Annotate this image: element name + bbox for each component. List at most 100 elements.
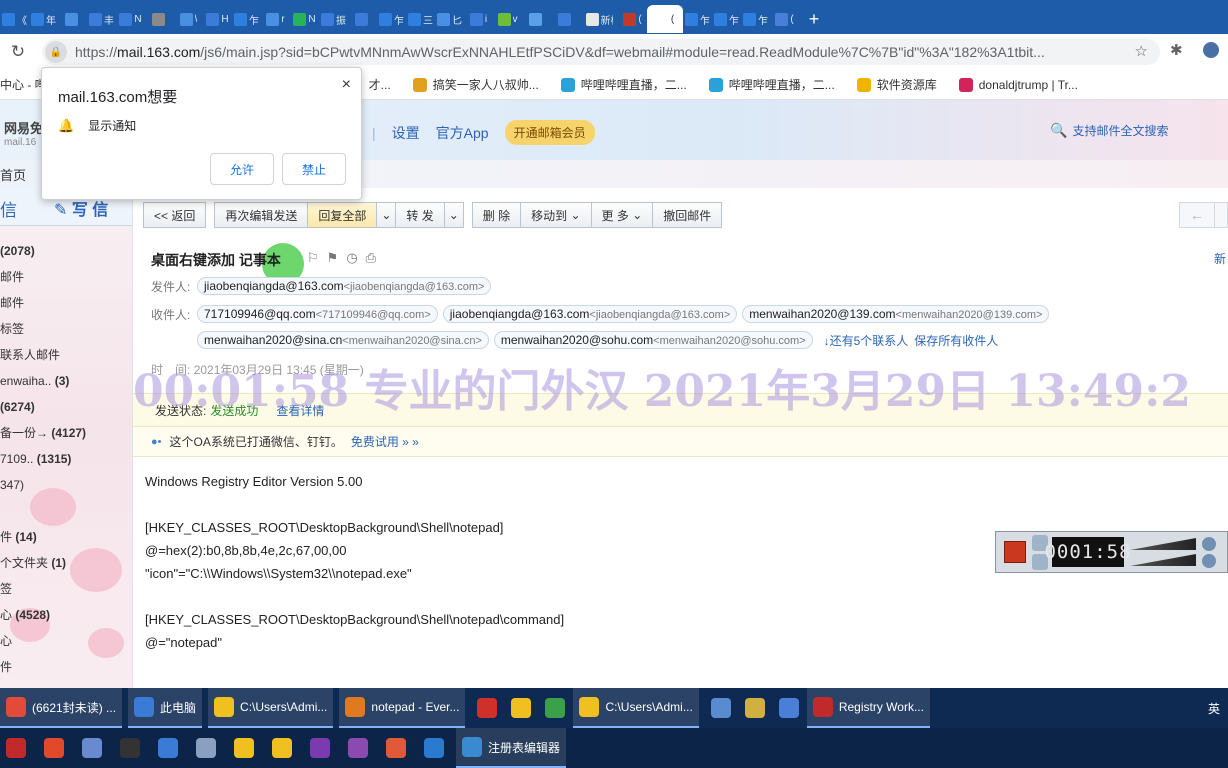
browser-tab[interactable]: ( (647, 5, 683, 33)
taskbar-app[interactable] (304, 728, 336, 768)
bookmark-item[interactable]: donaldjtrump | Tr... (958, 77, 1078, 92)
browser-tab[interactable]: ( (618, 5, 647, 33)
taskbar-app[interactable] (739, 688, 771, 728)
more-contacts-link[interactable]: ↓还有5个联系人 (824, 332, 909, 349)
browser-tab[interactable]: 乍 (741, 5, 770, 33)
browser-tab[interactable]: i (464, 5, 493, 33)
url-text[interactable]: https://mail.163.com/js6/main.jsp?sid=bC… (75, 44, 1115, 60)
browser-tab[interactable]: v (493, 5, 522, 33)
sidebar-folder[interactable]: 件 (0, 654, 132, 680)
sidebar-folder[interactable] (0, 498, 132, 524)
taskbar-app[interactable] (266, 728, 298, 768)
browser-tab[interactable]: \ (174, 5, 203, 33)
clock-icon[interactable]: ◷ (346, 250, 357, 266)
nav-settings[interactable]: 设置 (392, 123, 420, 143)
reply-all-button[interactable]: 回复全部 (307, 202, 378, 228)
browser-tab[interactable]: 新标 (580, 5, 618, 33)
print-icon[interactable]: ⎙ (366, 250, 376, 266)
browser-tab[interactable]: 年 (29, 5, 58, 33)
taskbar-app[interactable] (380, 728, 412, 768)
sidebar-folder[interactable]: enwaiha.. (3) (0, 368, 132, 394)
bookmark-item[interactable]: 搞笑一家人八叔帅... (412, 76, 539, 93)
bookmark-item[interactable]: 哔哩哔哩直播，二... (560, 76, 687, 93)
browser-tab[interactable]: H (203, 5, 232, 33)
forward-dropdown-icon[interactable]: ⌄ (443, 202, 464, 228)
taskbar-app[interactable]: 此电脑 (128, 688, 203, 728)
omnibox[interactable]: 🔒 https://mail.163.com/js6/main.jsp?sid=… (42, 39, 1160, 65)
sidebar-folder[interactable]: 7109.. (1315) (0, 446, 132, 472)
back-button[interactable]: << 返回 (143, 202, 207, 228)
recipient-chip[interactable]: menwaihan2020@sohu.com<menwaihan2020@soh… (493, 331, 813, 349)
recipient-chip[interactable]: menwaihan2020@139.com<menwaihan2020@139.… (742, 305, 1050, 323)
taskbar-app[interactable] (471, 688, 503, 728)
reedit-send-button[interactable]: 再次编辑发送 (214, 202, 309, 228)
bookmark-star-icon[interactable]: ☆ (1135, 42, 1148, 60)
taskbar-app[interactable] (342, 728, 374, 768)
taskbar-app[interactable]: Registry Work... (806, 688, 930, 728)
close-icon[interactable]: × (342, 76, 351, 94)
browser-tab[interactable]: 《 (0, 5, 29, 33)
taskbar-app[interactable] (152, 728, 184, 768)
recipient-chip[interactable]: jiaobenqiangda@163.com<jiaobenqiangda@16… (442, 305, 738, 323)
bookmark-item[interactable]: 软件资源库 (856, 76, 937, 93)
right-cut-link[interactable]: 新 (1214, 250, 1226, 267)
taskbar-app[interactable] (773, 688, 805, 728)
sidebar-folder[interactable]: 邮件 (0, 264, 132, 290)
webcam-icon[interactable] (1202, 536, 1216, 551)
flag-icon[interactable]: ⚑ (327, 250, 339, 266)
sidebar-folder[interactable]: 心 (0, 628, 132, 654)
taskbar-app[interactable]: notepad - Ever... (339, 688, 466, 728)
sidebar-folder[interactable]: 邮件 (0, 290, 132, 316)
taskbar-app[interactable]: C:\Users\Admi... (208, 688, 334, 728)
sidebar-folder[interactable]: 个文件夹 (1) (0, 550, 132, 576)
taskbar-app[interactable]: C:\Users\Admi... (573, 688, 699, 728)
more-button[interactable]: 更 多 ⌄ (590, 202, 654, 228)
sidebar-folder[interactable]: 标签 (0, 316, 132, 342)
sidebar-folder[interactable]: 心 (4528) (0, 602, 132, 628)
mail-logo[interactable]: 网易免 mail.16 (4, 118, 43, 148)
taskbar-app[interactable] (38, 728, 70, 768)
nav-app[interactable]: 官方App (436, 123, 489, 143)
sender-chip[interactable]: jiaobenqiangda@163.com<jiaobenqiangda@16… (197, 277, 492, 295)
taskbar-app[interactable] (418, 728, 450, 768)
allow-button[interactable]: 允许 (210, 153, 274, 185)
browser-tab[interactable]: ( (770, 5, 799, 33)
settings-icon[interactable] (1202, 553, 1216, 568)
save-contacts-link[interactable]: 保存所有收件人 (914, 332, 998, 349)
reply-dropdown-icon[interactable]: ⌄ (376, 202, 397, 228)
prev-mail-icon[interactable]: ← (1179, 202, 1215, 228)
delete-button[interactable]: 删 除 (471, 202, 522, 228)
bookmark-item[interactable]: 中心 - 哔 (0, 76, 47, 93)
taskbar-app[interactable] (705, 688, 737, 728)
oa-try-link[interactable]: 免费试用 » » (351, 433, 419, 450)
browser-tab[interactable]: N (290, 5, 319, 33)
profile-avatar[interactable] (1203, 42, 1219, 58)
bookmark-item[interactable]: 哔哩哔哩直播，二... (708, 76, 835, 93)
sidebar-folder[interactable]: 备一份→ (4127) (0, 420, 132, 446)
taskbar-app[interactable] (190, 728, 222, 768)
receive-button[interactable]: 信 (0, 188, 32, 225)
browser-tab[interactable] (58, 5, 87, 33)
browser-tab[interactable]: 乍 (232, 5, 261, 33)
recipient-chip[interactable]: 717109946@qq.com<717109946@qq.com> (197, 305, 438, 323)
bookmark-item[interactable]: 才... (369, 76, 391, 93)
block-button[interactable]: 禁止 (282, 153, 346, 185)
browser-tab[interactable]: 匕 (435, 5, 464, 33)
browser-tab[interactable]: 乍 (683, 5, 712, 33)
browser-tab[interactable]: 乍 (377, 5, 406, 33)
browser-tab[interactable] (348, 5, 377, 33)
taskbar-app[interactable] (0, 728, 32, 768)
sidebar-folder[interactable]: (6274) (0, 394, 132, 420)
new-tab-icon[interactable]: + (799, 5, 829, 33)
browser-tab[interactable] (522, 5, 551, 33)
browser-tab[interactable] (551, 5, 580, 33)
taskbar-app[interactable]: 注册表编辑器 (456, 728, 567, 768)
browser-tab[interactable]: N (116, 5, 145, 33)
fulltext-search[interactable]: 🔍 支持邮件全文搜索 (1050, 122, 1168, 139)
browser-tab[interactable]: 三 (406, 5, 435, 33)
browser-tab[interactable]: r (261, 5, 290, 33)
lock-icon[interactable]: 🔒 (45, 41, 67, 63)
sidebar-folder[interactable]: 347) (0, 472, 132, 498)
sidebar-folder[interactable]: (2078) (0, 238, 132, 264)
taskbar-app[interactable]: (6621封未读) ... (0, 688, 123, 728)
